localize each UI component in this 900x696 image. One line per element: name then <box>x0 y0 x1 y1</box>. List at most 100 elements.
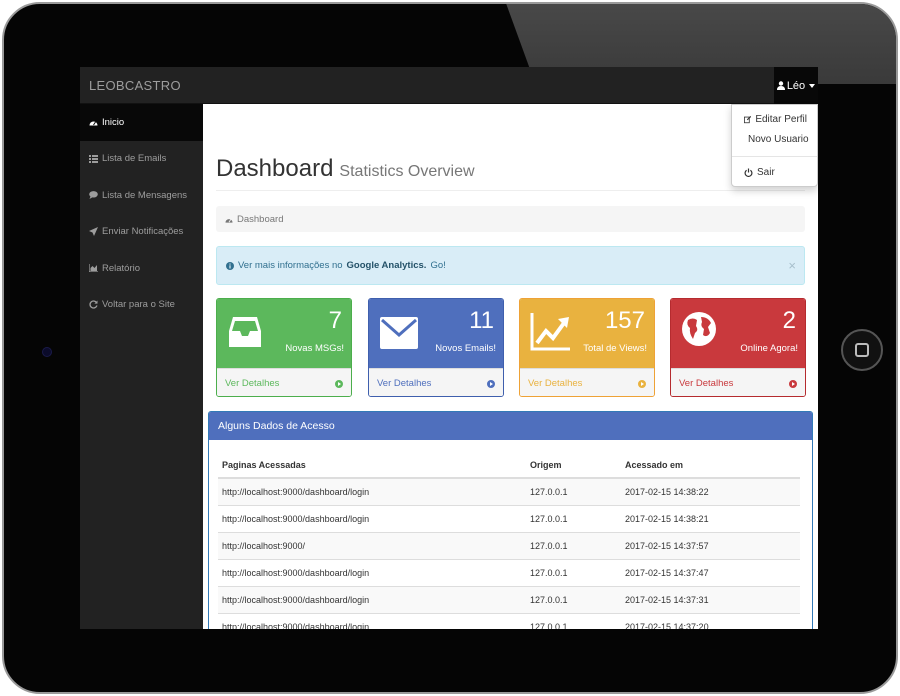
menu-item-logout[interactable]: Sair <box>732 162 817 182</box>
menu-item-new-user[interactable]: Novo Usuario <box>732 129 817 149</box>
globe-icon <box>682 312 716 346</box>
page-title: Dashboard <box>216 155 334 182</box>
table-row: http://localhost:9000/dashboard/login 12… <box>218 477 800 505</box>
table-cell: http://localhost:9000/dashboard/login <box>218 558 526 586</box>
alert-close-button[interactable]: × <box>788 258 796 273</box>
access-table: Paginas Acessadas Origem Acessado em htt… <box>218 452 800 629</box>
dashboard-icon <box>225 218 233 223</box>
panel-heading: Alguns Dados de Acesso <box>209 412 812 440</box>
menu-item-edit-profile[interactable]: Editar Perfil <box>732 109 817 129</box>
info-icon <box>226 261 234 270</box>
info-alert: Ver mais informações no Google Analytics… <box>216 246 805 285</box>
panel-link-label: Ver Detalhes <box>377 378 432 389</box>
trend-up-icon <box>530 313 570 351</box>
sidebar: Inicio Lista de Emails Lista de Mensagen… <box>80 104 203 629</box>
table-cell: 127.0.0.1 <box>526 585 621 613</box>
user-dropdown-menu: Editar Perfil Novo Usuario Sair <box>731 104 818 187</box>
column-header: Paginas Acessadas <box>218 452 526 479</box>
table-cell: 2017-02-15 14:37:47 <box>621 558 800 586</box>
sidebar-item-relatorio[interactable]: Relatório <box>80 250 203 287</box>
stat-panel-online: 2 Online Agora! Ver Detalhes <box>670 298 806 397</box>
panel-count: 2 <box>782 307 796 334</box>
list-icon <box>89 154 98 163</box>
table-row: http://localhost:9000/dashboard/login 12… <box>218 558 800 586</box>
table-cell: 2017-02-15 14:38:21 <box>621 504 800 532</box>
dashboard-icon <box>89 121 98 126</box>
table-cell: http://localhost:9000/ <box>218 531 526 559</box>
google-analytics-link[interactable]: Google Analytics. <box>347 260 427 271</box>
stat-panel-messages: 7 Novas MSGs! Ver Detalhes <box>216 298 352 397</box>
camera-icon <box>42 347 52 357</box>
sidebar-item-label: Lista de Emails <box>102 153 167 165</box>
sidebar-item-label: Inicio <box>102 116 125 128</box>
panel-count: 157 <box>604 307 645 334</box>
send-icon <box>89 227 98 237</box>
table-row: http://localhost:9000/ 127.0.0.1 2017-02… <box>218 531 800 559</box>
page-subtitle: Statistics Overview <box>339 163 475 180</box>
breadcrumb-item[interactable]: Dashboard <box>237 214 283 225</box>
brand-logo[interactable]: LEOBCASTRO <box>89 78 181 93</box>
panel-footer-link[interactable]: Ver Detalhes <box>520 368 654 396</box>
chart-icon <box>89 264 98 273</box>
table-cell: 2017-02-15 14:38:22 <box>621 477 800 505</box>
user-icon <box>776 81 785 90</box>
user-menu-toggle[interactable]: Léo <box>774 67 818 104</box>
table-cell: 127.0.0.1 <box>526 531 621 559</box>
table-cell: http://localhost:9000/dashboard/login <box>218 612 526 629</box>
panel-count: 7 <box>328 307 342 334</box>
arrow-circle-right-icon <box>487 379 495 388</box>
sidebar-item-lista-mensagens[interactable]: Lista de Mensagens <box>80 177 203 214</box>
edit-icon <box>744 116 752 124</box>
sidebar-item-enviar-notificacoes[interactable]: Enviar Notificações <box>80 214 203 251</box>
table-cell: 2017-02-15 14:37:31 <box>621 585 800 613</box>
menu-item-label: Sair <box>757 167 775 178</box>
stat-panel-views: 157 Total de Views! Ver Detalhes <box>519 298 655 397</box>
alert-go[interactable]: Go! <box>430 260 445 271</box>
table-row: http://localhost:9000/dashboard/login 12… <box>218 612 800 629</box>
table-cell: 127.0.0.1 <box>526 504 621 532</box>
panel-link-label: Ver Detalhes <box>679 378 734 389</box>
table-cell: http://localhost:9000/dashboard/login <box>218 477 526 505</box>
table-cell: 127.0.0.1 <box>526 612 621 629</box>
screen: LEOBCASTRO Léo Editar Perfil Novo Usuari… <box>80 67 818 629</box>
panel-label: Novos Emails! <box>435 343 496 354</box>
sidebar-item-lista-emails[interactable]: Lista de Emails <box>80 141 203 178</box>
sidebar-item-label: Lista de Mensagens <box>102 189 188 201</box>
table-cell: 2017-02-15 14:37:20 <box>621 612 800 629</box>
panel-label: Online Agora! <box>740 343 798 354</box>
menu-divider <box>732 156 817 157</box>
arrow-circle-right-icon <box>638 379 646 388</box>
inbox-icon <box>229 317 261 347</box>
access-data-panel: Alguns Dados de Acesso Paginas Acessadas… <box>208 411 813 629</box>
home-button[interactable] <box>841 329 883 371</box>
main-content: Dashboard Statistics Overview Dashboard … <box>203 104 818 629</box>
panel-label: Total de Views! <box>583 343 647 354</box>
sidebar-item-voltar-site[interactable]: Voltar para o Site <box>80 287 203 324</box>
column-header: Acessado em <box>621 452 800 479</box>
top-navbar: LEOBCASTRO Léo <box>80 67 818 104</box>
power-icon <box>744 168 753 177</box>
panel-link-label: Ver Detalhes <box>225 378 280 389</box>
arrow-circle-right-icon <box>335 379 343 388</box>
table-cell: 127.0.0.1 <box>526 558 621 586</box>
panel-count: 11 <box>469 307 494 334</box>
home-square-icon <box>855 343 869 357</box>
table-cell: http://localhost:9000/dashboard/login <box>218 585 526 613</box>
alert-text: Ver mais informações no <box>238 260 343 271</box>
sidebar-item-inicio[interactable]: Inicio <box>80 104 203 141</box>
page-header: Dashboard Statistics Overview <box>216 155 805 191</box>
table-row: http://localhost:9000/dashboard/login 12… <box>218 504 800 532</box>
table-header-row: Paginas Acessadas Origem Acessado em <box>218 452 800 479</box>
panel-footer-link[interactable]: Ver Detalhes <box>369 368 503 396</box>
panel-footer-link[interactable]: Ver Detalhes <box>671 368 805 396</box>
comment-icon <box>89 191 98 200</box>
caret-down-icon <box>809 83 816 88</box>
menu-item-label: Novo Usuario <box>748 134 809 145</box>
stat-panel-emails: 11 Novos Emails! Ver Detalhes <box>368 298 504 397</box>
panel-footer-link[interactable]: Ver Detalhes <box>217 368 351 396</box>
menu-item-label: Editar Perfil <box>755 114 807 125</box>
refresh-icon <box>89 300 98 309</box>
arrow-circle-right-icon <box>789 379 797 388</box>
user-name: Léo <box>786 79 806 92</box>
column-header: Origem <box>526 452 621 479</box>
